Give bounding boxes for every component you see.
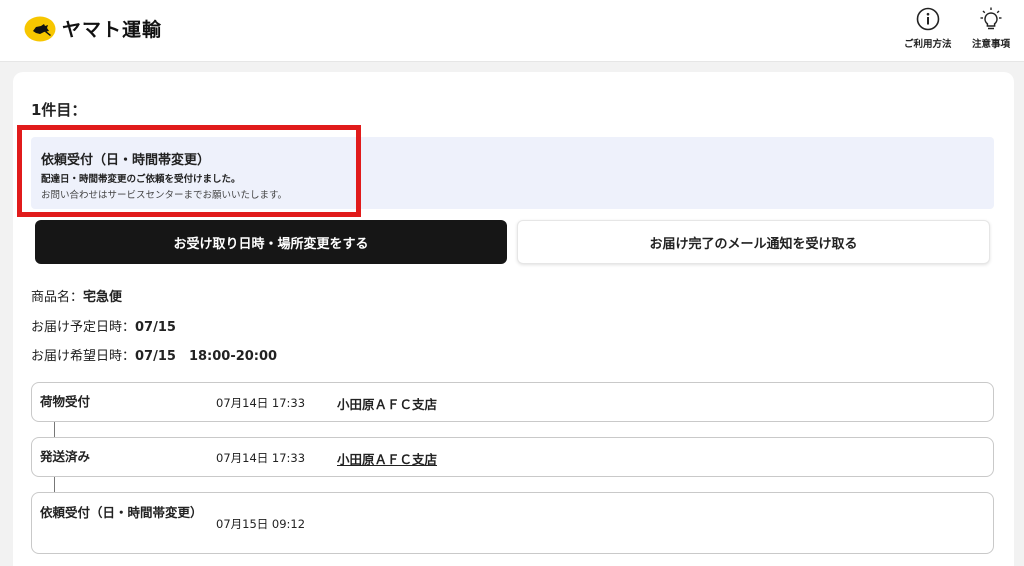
scheduled-value: 07/15 (135, 320, 176, 335)
tracking-row: 荷物受付 07月14日 17:33 小田原ＡＦＣ支店 (31, 382, 994, 422)
tracking-status: 依頼受付（日・時間帯変更） (40, 505, 203, 520)
requested-value: 07/15 18:00-20:00 (135, 349, 278, 364)
info-circle-icon (915, 6, 941, 32)
kuroneko-logo-icon (24, 16, 56, 42)
red-highlight-box (17, 125, 361, 217)
nav-how-to-use[interactable]: ご利用方法 (904, 6, 952, 50)
email-notification-button[interactable]: お届け完了のメール通知を受け取る (517, 220, 990, 264)
nav-notes-label: 注意事項 (972, 39, 1011, 50)
scheduled-delivery: お届け予定日時：07/15 (31, 316, 176, 335)
tracking-place-link[interactable]: 小田原ＡＦＣ支店 (337, 449, 437, 468)
timeline-connector (54, 422, 55, 437)
item-number: 1件目： (31, 101, 87, 119)
scheduled-label: お届け予定日時： (31, 320, 136, 335)
requested-delivery: お届け希望日時：07/15 18:00-20:00 (31, 345, 277, 364)
nav-notes[interactable]: 注意事項 (972, 6, 1010, 50)
tracking-place: 小田原ＡＦＣ支店 (337, 397, 438, 412)
product-value: 宅急便 (83, 290, 123, 305)
tracking-row: 発送済み 07月14日 17:33 小田原ＡＦＣ支店 (31, 437, 994, 477)
tracking-date: 07月14日 17:33 (216, 451, 306, 465)
lightbulb-icon (978, 6, 1004, 32)
logo[interactable]: ヤマト運輸 (24, 15, 162, 42)
tracking-status: 発送済み (40, 449, 91, 464)
product-label: 商品名： (31, 290, 84, 305)
logo-text: ヤマト運輸 (62, 19, 163, 41)
tracking-row: 依頼受付（日・時間帯変更） 07月15日 09:12 (31, 492, 994, 554)
change-delivery-button[interactable]: お受け取り日時・場所変更をする (35, 220, 507, 264)
timeline-connector (54, 477, 55, 492)
nav-how-to-use-label: ご利用方法 (904, 39, 952, 50)
requested-label: お届け希望日時： (31, 349, 136, 364)
tracking-date: 07月14日 17:33 (216, 396, 306, 410)
header: ヤマト運輸 ご利用方法 注意事項 (0, 0, 1024, 62)
tracking-status: 荷物受付 (40, 394, 91, 409)
tracking-date: 07月15日 09:12 (216, 517, 306, 531)
product-name: 商品名：宅急便 (31, 286, 122, 305)
